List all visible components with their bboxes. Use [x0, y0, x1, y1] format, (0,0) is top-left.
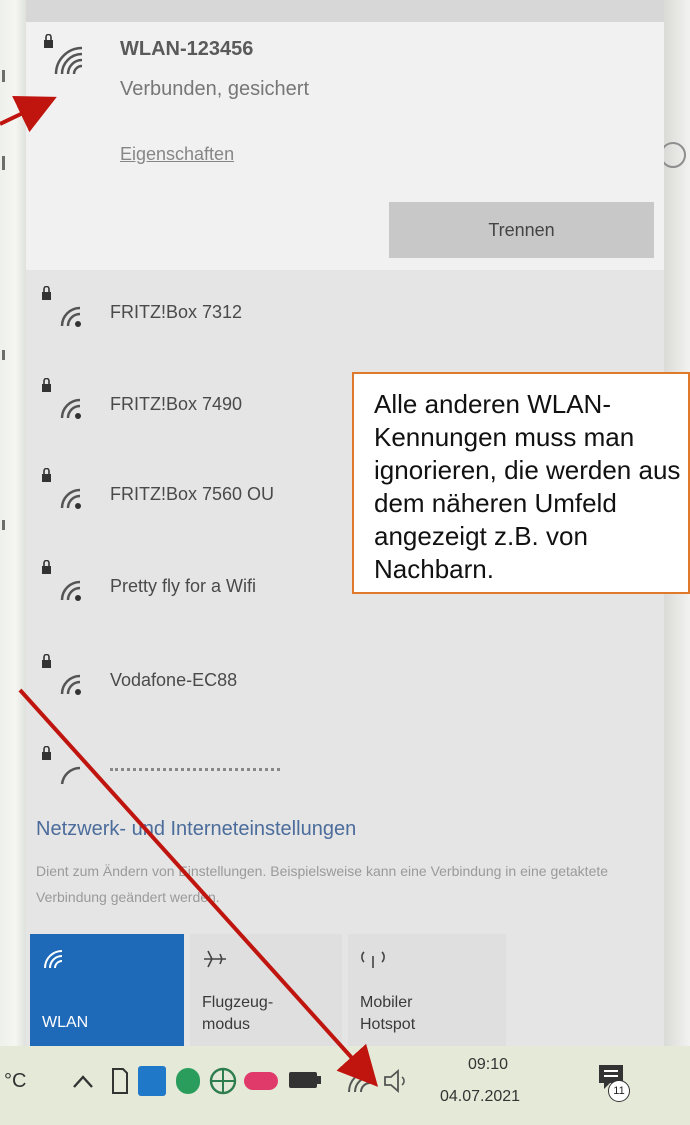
airplane-tile-label: Flugzeug- modus [202, 992, 273, 1036]
network-settings-link[interactable]: Netzwerk- und Interneteinstellungen [36, 818, 356, 841]
network-settings-description: Dient zum Ändern von Einstellungen. Beis… [36, 863, 609, 905]
annotation-callout: Alle anderen WLAN-Kennungen muss man ign… [352, 372, 690, 594]
network-item[interactable]: Vodafone-EC88 [26, 646, 664, 716]
speaker-icon[interactable] [382, 1068, 412, 1094]
network-name: Vodafone-EC88 [110, 670, 238, 690]
wifi-icon [44, 950, 63, 969]
shield-icon[interactable] [176, 1068, 200, 1094]
hotspot-icon [361, 951, 385, 968]
connected-ssid: WLAN-123456 [120, 38, 254, 60]
callout-text: Alle anderen WLAN-Kennungen muss man ign… [374, 389, 681, 584]
properties-link[interactable]: Eigenschaften [120, 144, 234, 165]
file-icon[interactable] [110, 1066, 130, 1096]
wifi-icon[interactable] [346, 1068, 372, 1094]
wifi-secured-icon [44, 34, 83, 75]
wifi-secured-icon [42, 560, 81, 601]
airplane-mode-quick-action[interactable]: Flugzeug- modus [190, 934, 342, 1046]
clock-time[interactable]: 09:10 [468, 1056, 508, 1074]
flyout-top-strip [26, 0, 664, 22]
disconnect-button[interactable]: Trennen [389, 202, 654, 258]
wifi-secured-icon [42, 654, 81, 695]
network-name: FRITZ!Box 7312 [110, 302, 243, 322]
cut-off-network-name [110, 768, 280, 775]
airplane-label-line1: Flugzeug- [202, 994, 274, 1011]
network-name: FRITZ!Box 7490 [110, 394, 243, 414]
airplane-label-line2: modus [202, 1016, 251, 1033]
temperature-unit: °C [4, 1070, 27, 1092]
wlan-tile-label: WLAN [42, 1014, 89, 1031]
connected-network-panel[interactable]: WLAN-123456 Verbunden, gesichert Eigensc… [26, 22, 664, 270]
mobile-hotspot-quick-action[interactable]: Mobiler Hotspot [348, 934, 506, 1046]
airplane-icon [204, 950, 226, 968]
background-window-edge [0, 0, 26, 1125]
edge-mark [2, 70, 5, 82]
hotspot-label-line2: Hotspot [360, 1016, 416, 1033]
taskbar: °C 09:10 04.07.2021 11 [0, 1046, 690, 1125]
connection-status: Verbunden, gesichert [120, 78, 310, 100]
edge-mark [2, 156, 5, 170]
cloud-icon[interactable] [244, 1072, 278, 1090]
wlan-quick-action[interactable]: WLAN [30, 934, 184, 1046]
clock-date[interactable]: 04.07.2021 [440, 1088, 520, 1106]
network-item[interactable]: FRITZ!Box 7312 [26, 278, 664, 348]
hotspot-label-line1: Mobiler [360, 994, 413, 1011]
outlook-icon[interactable] [138, 1066, 166, 1096]
battery-icon[interactable] [286, 1068, 324, 1092]
network-globe-icon[interactable] [208, 1066, 238, 1096]
edge-mark [2, 350, 5, 360]
network-name: Pretty fly for a Wifi [110, 576, 257, 596]
wifi-secured-icon [42, 746, 81, 784]
wifi-secured-icon [42, 468, 81, 509]
notification-icon[interactable]: 11 [596, 1062, 630, 1102]
edge-mark [2, 520, 5, 530]
chevron-up-icon[interactable] [72, 1074, 94, 1090]
network-name: FRITZ!Box 7560 OU [110, 484, 275, 504]
hotspot-tile-label: Mobiler Hotspot [360, 992, 415, 1036]
wifi-secured-icon [42, 286, 81, 327]
notification-count-badge: 11 [608, 1080, 630, 1102]
wifi-secured-icon [42, 378, 81, 419]
network-item-partial[interactable] [26, 738, 664, 784]
